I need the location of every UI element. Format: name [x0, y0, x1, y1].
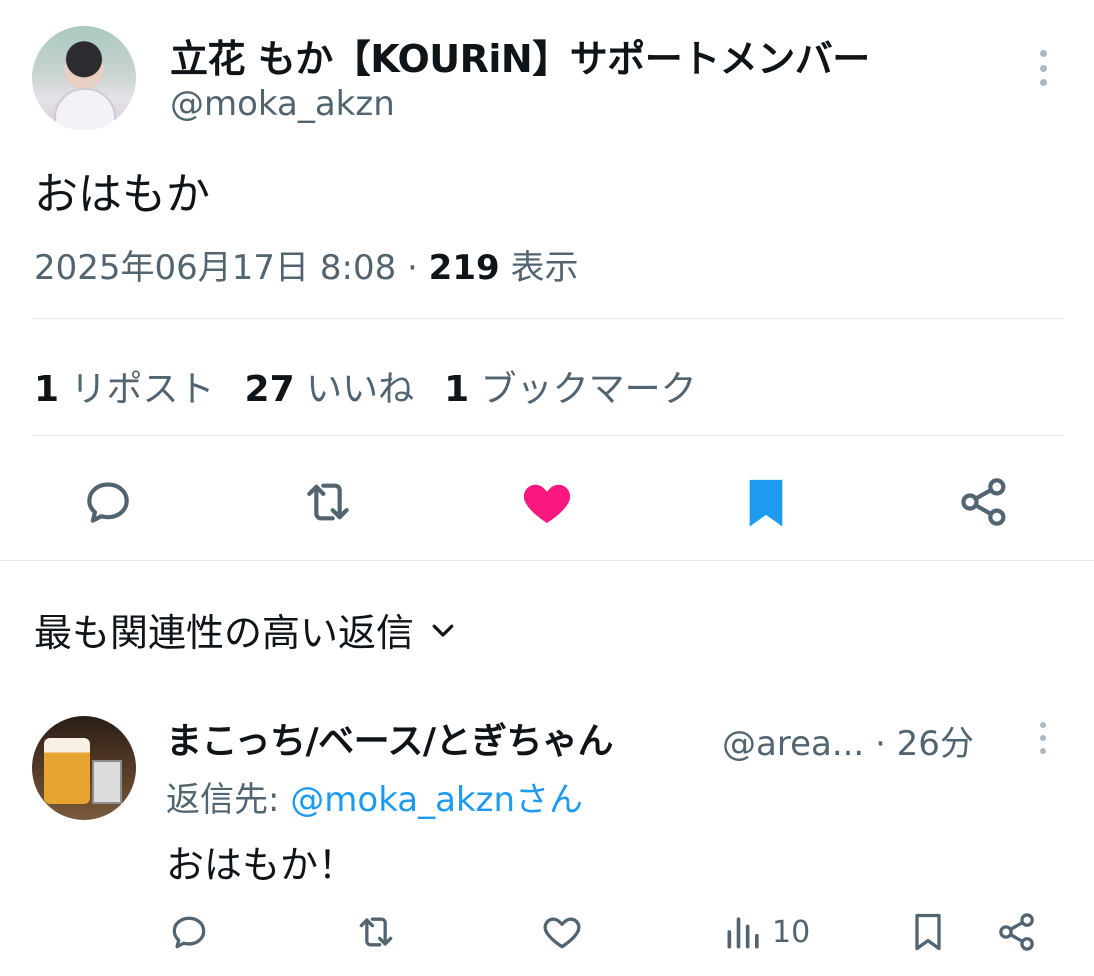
reply-sort-selector[interactable]: 最も関連性の高い返信: [34, 602, 458, 657]
author-avatar[interactable]: [32, 26, 136, 130]
heart-icon: [543, 917, 581, 949]
tweet-stats: 1 リポスト 27 いいね 1 ブックマーク: [34, 360, 697, 412]
views-count: 219: [428, 248, 500, 288]
reply-like-button[interactable]: [540, 906, 584, 958]
reply-button[interactable]: [76, 470, 140, 534]
chevron-down-icon: [432, 624, 454, 637]
tweet-meta: 2025年06月17日 8:08 · 219 表示: [34, 240, 578, 289]
meta-separator: ·: [396, 248, 429, 288]
share-icon: [961, 478, 1006, 526]
reply-author-handle[interactable]: @area...: [722, 724, 864, 764]
tweet-timestamp[interactable]: 2025年06月17日 8:08: [34, 248, 396, 288]
reply-author-avatar[interactable]: [32, 716, 136, 820]
repost-icon: [307, 483, 349, 521]
likes-label: いいね: [306, 369, 415, 410]
repost-icon: [359, 917, 393, 947]
reply-time[interactable]: · 26分: [875, 724, 974, 764]
reposts-count: 1: [34, 369, 60, 410]
bookmark-icon: [915, 913, 941, 951]
likes-count: 27: [244, 369, 295, 410]
reply-to-mention[interactable]: @moka_akznさん: [290, 780, 583, 820]
reposts-stat[interactable]: 1 リポスト: [34, 369, 215, 410]
views-chart-icon: [727, 917, 759, 949]
like-button[interactable]: [515, 470, 579, 534]
section-divider: [0, 560, 1094, 561]
reply-reply-button[interactable]: [167, 906, 211, 958]
reply-handle-time: @area... · 26分: [722, 716, 974, 765]
share-button[interactable]: [952, 470, 1016, 534]
reply-views-button[interactable]: 10: [722, 906, 810, 958]
bookmarks-label: ブックマーク: [480, 369, 697, 410]
reply-to-line: 返信先: @moka_akznさん: [166, 772, 583, 821]
bookmarks-stat[interactable]: 1 ブックマーク: [444, 369, 697, 410]
reply-share-button[interactable]: [995, 906, 1039, 958]
share-icon: [999, 913, 1034, 951]
reply-bookmark-button[interactable]: [906, 906, 950, 958]
reply-repost-button[interactable]: [354, 906, 398, 958]
reply-icon: [172, 916, 206, 949]
reply-views-count: 10: [772, 914, 811, 950]
repost-button[interactable]: [296, 470, 360, 534]
author-display-name[interactable]: 立花 もか【KOURiN】サポートメンバー: [170, 28, 870, 83]
bookmark-button[interactable]: [734, 470, 798, 534]
divider: [32, 318, 1064, 319]
reply-text: おはもか！: [166, 843, 357, 887]
bookmarks-count: 1: [444, 369, 470, 410]
reposts-label: リポスト: [70, 369, 215, 410]
reply-sort-label: 最も関連性の高い返信: [34, 611, 415, 655]
author-handle[interactable]: @moka_akzn: [170, 84, 395, 124]
reply-author-display-name[interactable]: まこっち/ベース/とぎちゃん: [166, 712, 613, 764]
reply-icon: [87, 482, 129, 523]
likes-stat[interactable]: 27 いいね: [245, 369, 415, 410]
more-options-icon[interactable]: [1032, 50, 1054, 86]
tweet-text: おはもか: [34, 169, 210, 220]
reply-to-prefix: 返信先:: [166, 780, 291, 820]
reply-more-options-icon[interactable]: [1032, 722, 1054, 754]
heart-filled-icon: [523, 484, 571, 523]
divider: [32, 435, 1064, 436]
views-label: 表示: [510, 248, 579, 288]
bookmark-filled-icon: [749, 479, 783, 527]
